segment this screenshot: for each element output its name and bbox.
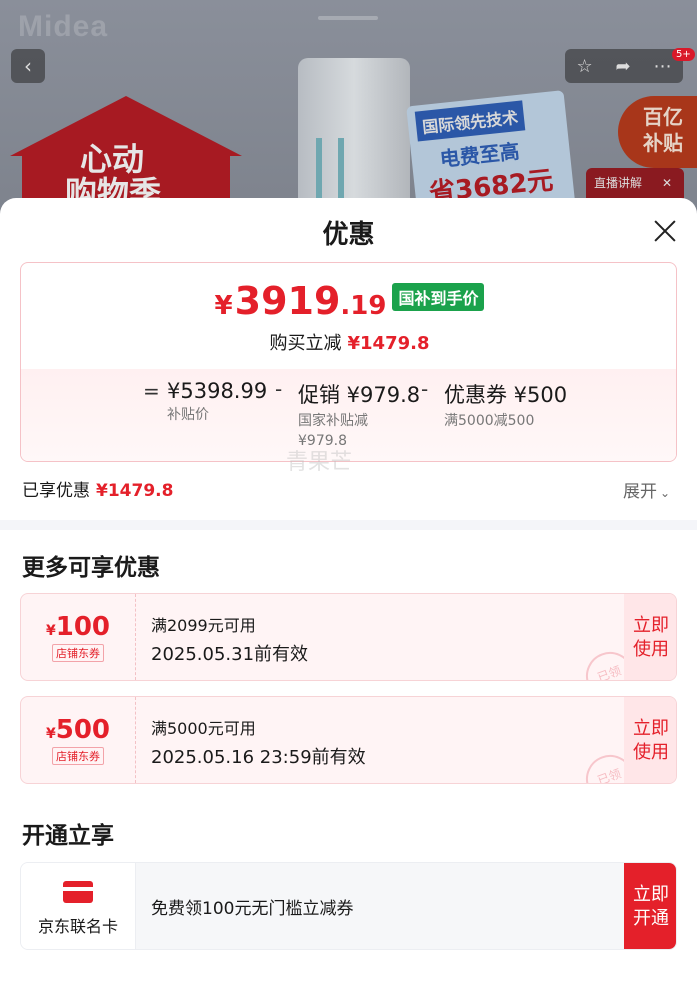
coupon-card: ¥500 店铺东券 满5000元可用 2025.05.16 23:59前有效 已… (20, 696, 677, 784)
subsidy-line1: 百亿 (643, 105, 683, 129)
instant-reduction-amount: ¥1479.8 (347, 333, 430, 354)
enjoyed-amount: ¥1479.8 (96, 481, 174, 501)
drag-handle[interactable] (318, 16, 378, 20)
base-price-value: ¥5398.99 (167, 379, 268, 403)
card-offer-description: 免费领100元无门槛立减券 (151, 899, 354, 919)
breakdown-coupon: 优惠券 ¥500 满5000减500 (444, 379, 567, 431)
use-button-line2: 使用 (633, 639, 669, 660)
subsidy-badge[interactable]: 百亿 补贴 (618, 96, 697, 168)
coupon-validity: 2025.05.31前有效 (151, 644, 309, 665)
use-button-line2: 使用 (633, 742, 669, 763)
product-page-background: Midea ‹ ☆ ➦ ⋯ 5+ 心动 购物季 国际领先技术 电费至高 省368… (0, 0, 697, 230)
minus-sign-2: - (421, 377, 429, 401)
price-decimal: .19 (340, 291, 387, 321)
use-coupon-button[interactable]: 立即 使用 (624, 697, 676, 783)
notification-badge: 5+ (672, 48, 695, 61)
price-summary-card: ¥ 3919 .19 国补到手价 购买立减 ¥1479.8 = ¥5398.99 … (20, 262, 677, 462)
open-button-line1: 立即 (633, 884, 669, 905)
coupon-info: 满5000元可用 2025.05.16 23:59前有效 (151, 715, 366, 769)
card-name: 京东联名卡 (37, 917, 118, 936)
coupon-card: ¥100 店铺东券 满2099元可用 2025.05.31前有效 已领 立即 使… (20, 593, 677, 681)
price-tag-badge: 国补到手价 (392, 283, 485, 311)
expand-label: 展开 (623, 482, 657, 502)
open-card-button[interactable]: 立即 开通 (624, 863, 676, 949)
coupon-sub: 满5000减500 (444, 413, 535, 429)
open-card-title: 开通立享 (22, 823, 114, 849)
use-button-line1: 立即 (633, 718, 669, 739)
open-button-line2: 开通 (633, 908, 669, 929)
base-price-label: 补贴价 (167, 407, 209, 423)
coupon-amount: 100 (55, 612, 111, 642)
price-currency: ¥ (214, 291, 233, 321)
equals-sign: = (143, 379, 160, 403)
breakdown-base: ¥5398.99 补贴价 (167, 379, 267, 425)
enjoyed-discount: 已享优惠 ¥1479.8 (22, 476, 173, 501)
chevron-left-icon: ‹ (24, 54, 32, 78)
subsidy-line2: 补贴 (643, 131, 683, 155)
use-coupon-button[interactable]: 立即 使用 (624, 594, 676, 680)
sheet-title: 优惠 (322, 220, 375, 250)
coupon-amount: 500 (55, 715, 111, 745)
more-icon[interactable]: ⋯ (654, 56, 672, 77)
coupon-condition: 满5000元可用 (151, 719, 256, 738)
discount-sheet: 优惠 ¥ 3919 .19 国补到手价 购买立减 ¥1479.8 = ¥5398.… (0, 198, 697, 984)
coupon-kind-badge: 店铺东券 (52, 747, 104, 765)
card-block: 京东联名卡 (21, 863, 136, 949)
minus-sign-1: - (275, 377, 283, 401)
coupon-value: 优惠券 ¥500 (444, 383, 568, 407)
co-branded-card-offer: 京东联名卡 免费领100元无门槛立减券 立即 开通 (20, 862, 677, 950)
use-button-line1: 立即 (633, 615, 669, 636)
promotion-value: 促销 ¥979.8 (298, 383, 421, 407)
coupon-validity: 2025.05.16 23:59前有效 (151, 747, 366, 768)
credit-card-icon (63, 881, 93, 903)
coupon-amount-block: ¥100 店铺东券 (21, 594, 136, 680)
star-icon[interactable]: ☆ (576, 56, 592, 77)
price-integer: 3919 (234, 279, 341, 323)
coupon-condition: 满2099元可用 (151, 616, 256, 635)
chevron-down-icon: ⌄ (660, 486, 671, 500)
brand-logo: Midea (18, 10, 109, 43)
final-price: ¥ 3919 .19 国补到手价 (21, 279, 676, 323)
instant-reduction: 购买立减 ¥1479.8 (21, 329, 676, 355)
share-icon[interactable]: ➦ (616, 56, 631, 77)
coupon-info: 满2099元可用 2025.05.31前有效 (151, 612, 308, 666)
enjoyed-label: 已享优惠 (22, 481, 90, 501)
live-close-icon[interactable]: ✕ (662, 176, 672, 190)
back-button[interactable]: ‹ (11, 49, 45, 83)
close-icon[interactable] (650, 216, 680, 246)
breakdown-promotion: 促销 ¥979.8 国家补贴减 ¥979.8 (298, 379, 420, 451)
more-offers-title: 更多可享优惠 (22, 555, 160, 581)
coupon-currency: ¥ (45, 623, 56, 639)
live-label: 直播讲解 (594, 176, 643, 190)
coupon-amount-block: ¥500 店铺东券 (21, 697, 136, 783)
watermark: 青果芒 (286, 450, 353, 475)
coupon-currency: ¥ (45, 726, 56, 742)
coupon-kind-badge: 店铺东券 (52, 644, 104, 662)
top-actions-bar: ☆ ➦ ⋯ (565, 49, 683, 83)
instant-reduction-label: 购买立减 (269, 333, 342, 354)
expand-button[interactable]: 展开 ⌄ (623, 477, 670, 502)
section-divider (0, 520, 697, 530)
promotion-sub-1: 国家补贴减 (298, 413, 368, 429)
